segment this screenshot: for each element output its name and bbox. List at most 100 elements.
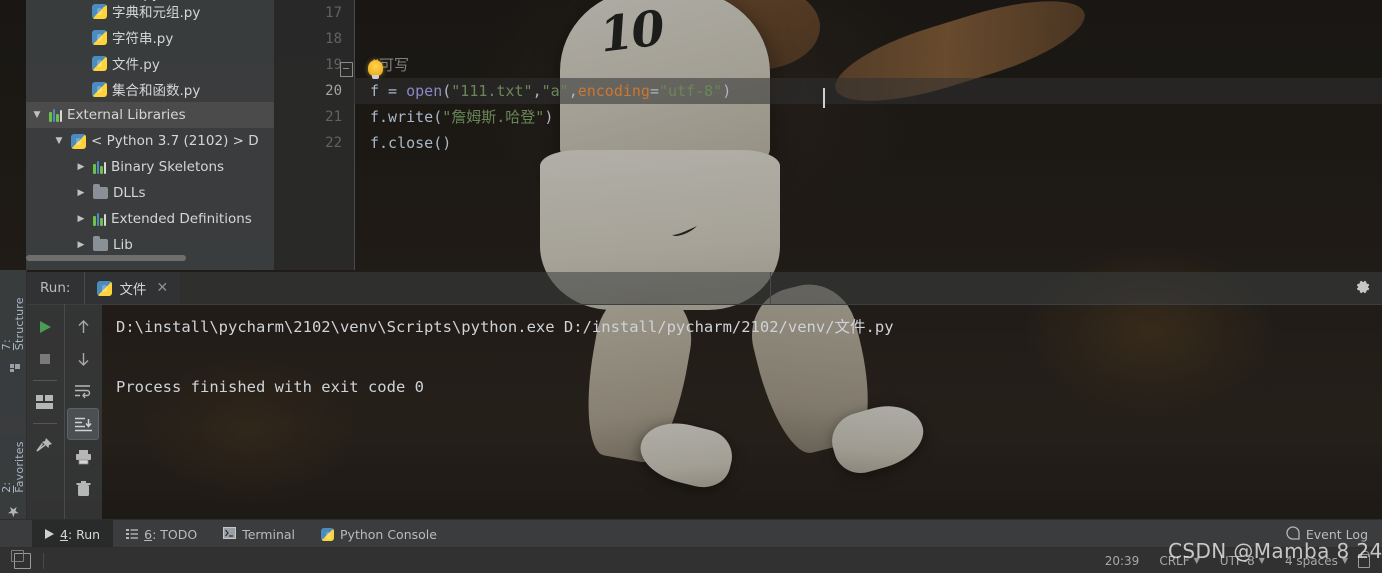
- console-output[interactable]: D:\install\pycharm\2102\venv\Scripts\pyt…: [102, 304, 1382, 527]
- line-number-current: 20: [325, 83, 342, 99]
- tool-strip-item-structure[interactable]: 7: Structure: [0, 278, 26, 356]
- library-icon: [93, 160, 106, 174]
- tree-item-label: Binary Skeletons: [111, 159, 225, 175]
- lock-icon[interactable]: [1358, 550, 1370, 568]
- python-sdk-icon: [71, 133, 86, 149]
- terminal-icon: [223, 526, 237, 542]
- code-editor[interactable]: 17 18 19 20 21 22 #可写 f = open("111.txt"…: [274, 0, 1382, 270]
- tree-item-label: Extended Definitions: [111, 211, 252, 227]
- tree-item-extended-definitions[interactable]: ▶ Extended Definitions: [26, 206, 274, 232]
- bottom-tab-terminal[interactable]: Terminal: [210, 520, 308, 548]
- balloon-icon: [1286, 525, 1300, 543]
- code-fold-icon[interactable]: [340, 62, 353, 77]
- terminal-tab-label: Terminal: [242, 526, 296, 542]
- code-line[interactable]: f.close(): [354, 130, 1382, 156]
- bottom-tab-run[interactable]: 4: Run: [32, 520, 114, 548]
- tree-item-label: External Libraries: [67, 107, 186, 123]
- tree-item-label: 文件.py: [112, 57, 160, 73]
- next-occurrence-button[interactable]: [68, 344, 98, 374]
- indent-label: 4 spaces: [1284, 553, 1338, 568]
- tree-item-label: 集合和函数.py: [112, 83, 201, 99]
- bottom-tab-python-console[interactable]: Python Console: [308, 520, 450, 548]
- favorites-mnemonic: 2: [0, 485, 13, 493]
- run-tab-mnemonic: 4: [60, 526, 68, 542]
- close-icon[interactable]: ✕: [156, 280, 168, 296]
- run-panel-label: Run:: [26, 272, 85, 304]
- chevron-right-icon[interactable]: ▶: [74, 240, 88, 250]
- tree-item-python-sdk[interactable]: ▼ < Python 3.7 (2102) > D: [26, 128, 274, 154]
- gear-icon[interactable]: [1354, 278, 1372, 300]
- tree-item-file[interactable]: 字典和元组.py: [26, 0, 274, 24]
- star-icon: ★: [6, 503, 20, 519]
- window-icon[interactable]: [11, 549, 31, 569]
- status-bar[interactable]: 20:39 CRLF ▼ UTF-8 ▼ 4 spaces ▼: [0, 547, 1382, 573]
- scroll-to-end-button[interactable]: [67, 408, 100, 440]
- library-icon: [93, 212, 106, 226]
- divider: [43, 552, 44, 569]
- event-log-button[interactable]: Event Log: [1286, 525, 1382, 543]
- caret-position-label: 20:39: [1104, 553, 1140, 568]
- trash-icon[interactable]: [68, 474, 98, 504]
- soft-wrap-button[interactable]: [68, 376, 98, 406]
- encoding-label: UTF-8: [1219, 553, 1255, 568]
- tree-item-label: < Python 3.7 (2102) > D: [91, 133, 259, 149]
- chevron-down-icon[interactable]: ▼: [30, 110, 44, 120]
- tree-item-label: Lib: [113, 237, 133, 253]
- bottom-tool-window-bar[interactable]: 4: Run 6: TODO Terminal Python Console E…: [0, 519, 1382, 548]
- code-line[interactable]: [354, 0, 1382, 26]
- python-file-icon: [92, 55, 107, 71]
- tree-item-external-libraries[interactable]: ▼ External Libraries: [26, 102, 274, 128]
- tree-item-dlls[interactable]: ▶ DLLs: [26, 180, 274, 206]
- code-line-current[interactable]: f = open("111.txt","a",encoding="utf-8"): [354, 78, 1382, 104]
- code-line-comment[interactable]: #可写: [354, 52, 1382, 78]
- indent-selector[interactable]: 4 spaces ▼: [1275, 554, 1358, 568]
- python-file-icon: [92, 81, 107, 97]
- encoding-selector[interactable]: UTF-8 ▼: [1210, 554, 1275, 568]
- run-panel-toolbar[interactable]: [26, 304, 102, 519]
- favorites-label: : Favorites: [0, 441, 26, 494]
- pin-tab-button[interactable]: [30, 430, 60, 460]
- editor-text-area[interactable]: #可写 f = open("111.txt","a",encoding="utf…: [354, 0, 1382, 270]
- line-number: 18: [325, 31, 342, 47]
- chevron-right-icon[interactable]: ▶: [74, 162, 88, 172]
- rerun-button[interactable]: [30, 312, 60, 342]
- tree-item-label: 字典和元组.py: [112, 5, 201, 21]
- python-file-icon: [97, 280, 113, 296]
- tree-item-binary-skeletons[interactable]: ▶ Binary Skeletons: [26, 154, 274, 180]
- divider: [32, 423, 57, 424]
- bottom-tab-todo[interactable]: 6: TODO: [113, 520, 210, 548]
- python-file-icon: [92, 3, 107, 19]
- line-separator-selector[interactable]: CRLF ▼: [1149, 554, 1209, 568]
- play-icon: [45, 527, 54, 542]
- line-separator-label: CRLF: [1159, 553, 1190, 568]
- python-console-icon: [321, 527, 335, 541]
- tree-item-label: DLLs: [113, 185, 146, 201]
- todo-tab-label: : TODO: [152, 526, 198, 542]
- run-tab-label: 文件: [119, 282, 147, 298]
- tool-strip-item-favorites[interactable]: 2: Favorites: [0, 422, 26, 499]
- prev-occurrence-button[interactable]: [68, 312, 98, 342]
- tree-item-file[interactable]: 集合和函数.py: [26, 76, 274, 102]
- chevron-down-icon: ▼: [1341, 556, 1348, 565]
- run-toolbar-left-column: [26, 304, 64, 519]
- code-line[interactable]: f.write("詹姆斯.哈登"): [354, 104, 1382, 130]
- code-line[interactable]: [354, 26, 1382, 52]
- stop-button[interactable]: [30, 344, 60, 374]
- tree-item-file[interactable]: 文件.py: [26, 50, 274, 76]
- run-tab-文件[interactable]: 文件 ✕: [85, 272, 181, 304]
- lightbulb-icon[interactable]: [368, 60, 383, 79]
- run-tab-label: : Run: [67, 526, 101, 542]
- print-button[interactable]: [68, 442, 98, 472]
- tree-horizontal-scrollbar[interactable]: [26, 255, 186, 261]
- run-tool-window[interactable]: Run: 文件 ✕ D:\install\pycharm\2102\venv\S…: [26, 270, 1382, 519]
- todo-icon: [126, 527, 139, 542]
- caret-position[interactable]: 20:39: [1095, 554, 1150, 568]
- editor-gutter[interactable]: 17 18 19 20 21 22: [274, 0, 355, 270]
- tree-item-file[interactable]: 字符串.py: [26, 24, 274, 50]
- restore-layout-button[interactable]: [30, 387, 60, 417]
- chevron-right-icon[interactable]: ▶: [74, 214, 88, 224]
- project-tree[interactable]: 列表.py 字典和元组.py 字符串.py 文件.py 集合和函数.py ▼ E…: [26, 0, 274, 270]
- chevron-down-icon[interactable]: ▼: [52, 136, 66, 146]
- chevron-right-icon[interactable]: ▶: [74, 188, 88, 198]
- python-console-tab-label: Python Console: [340, 526, 437, 542]
